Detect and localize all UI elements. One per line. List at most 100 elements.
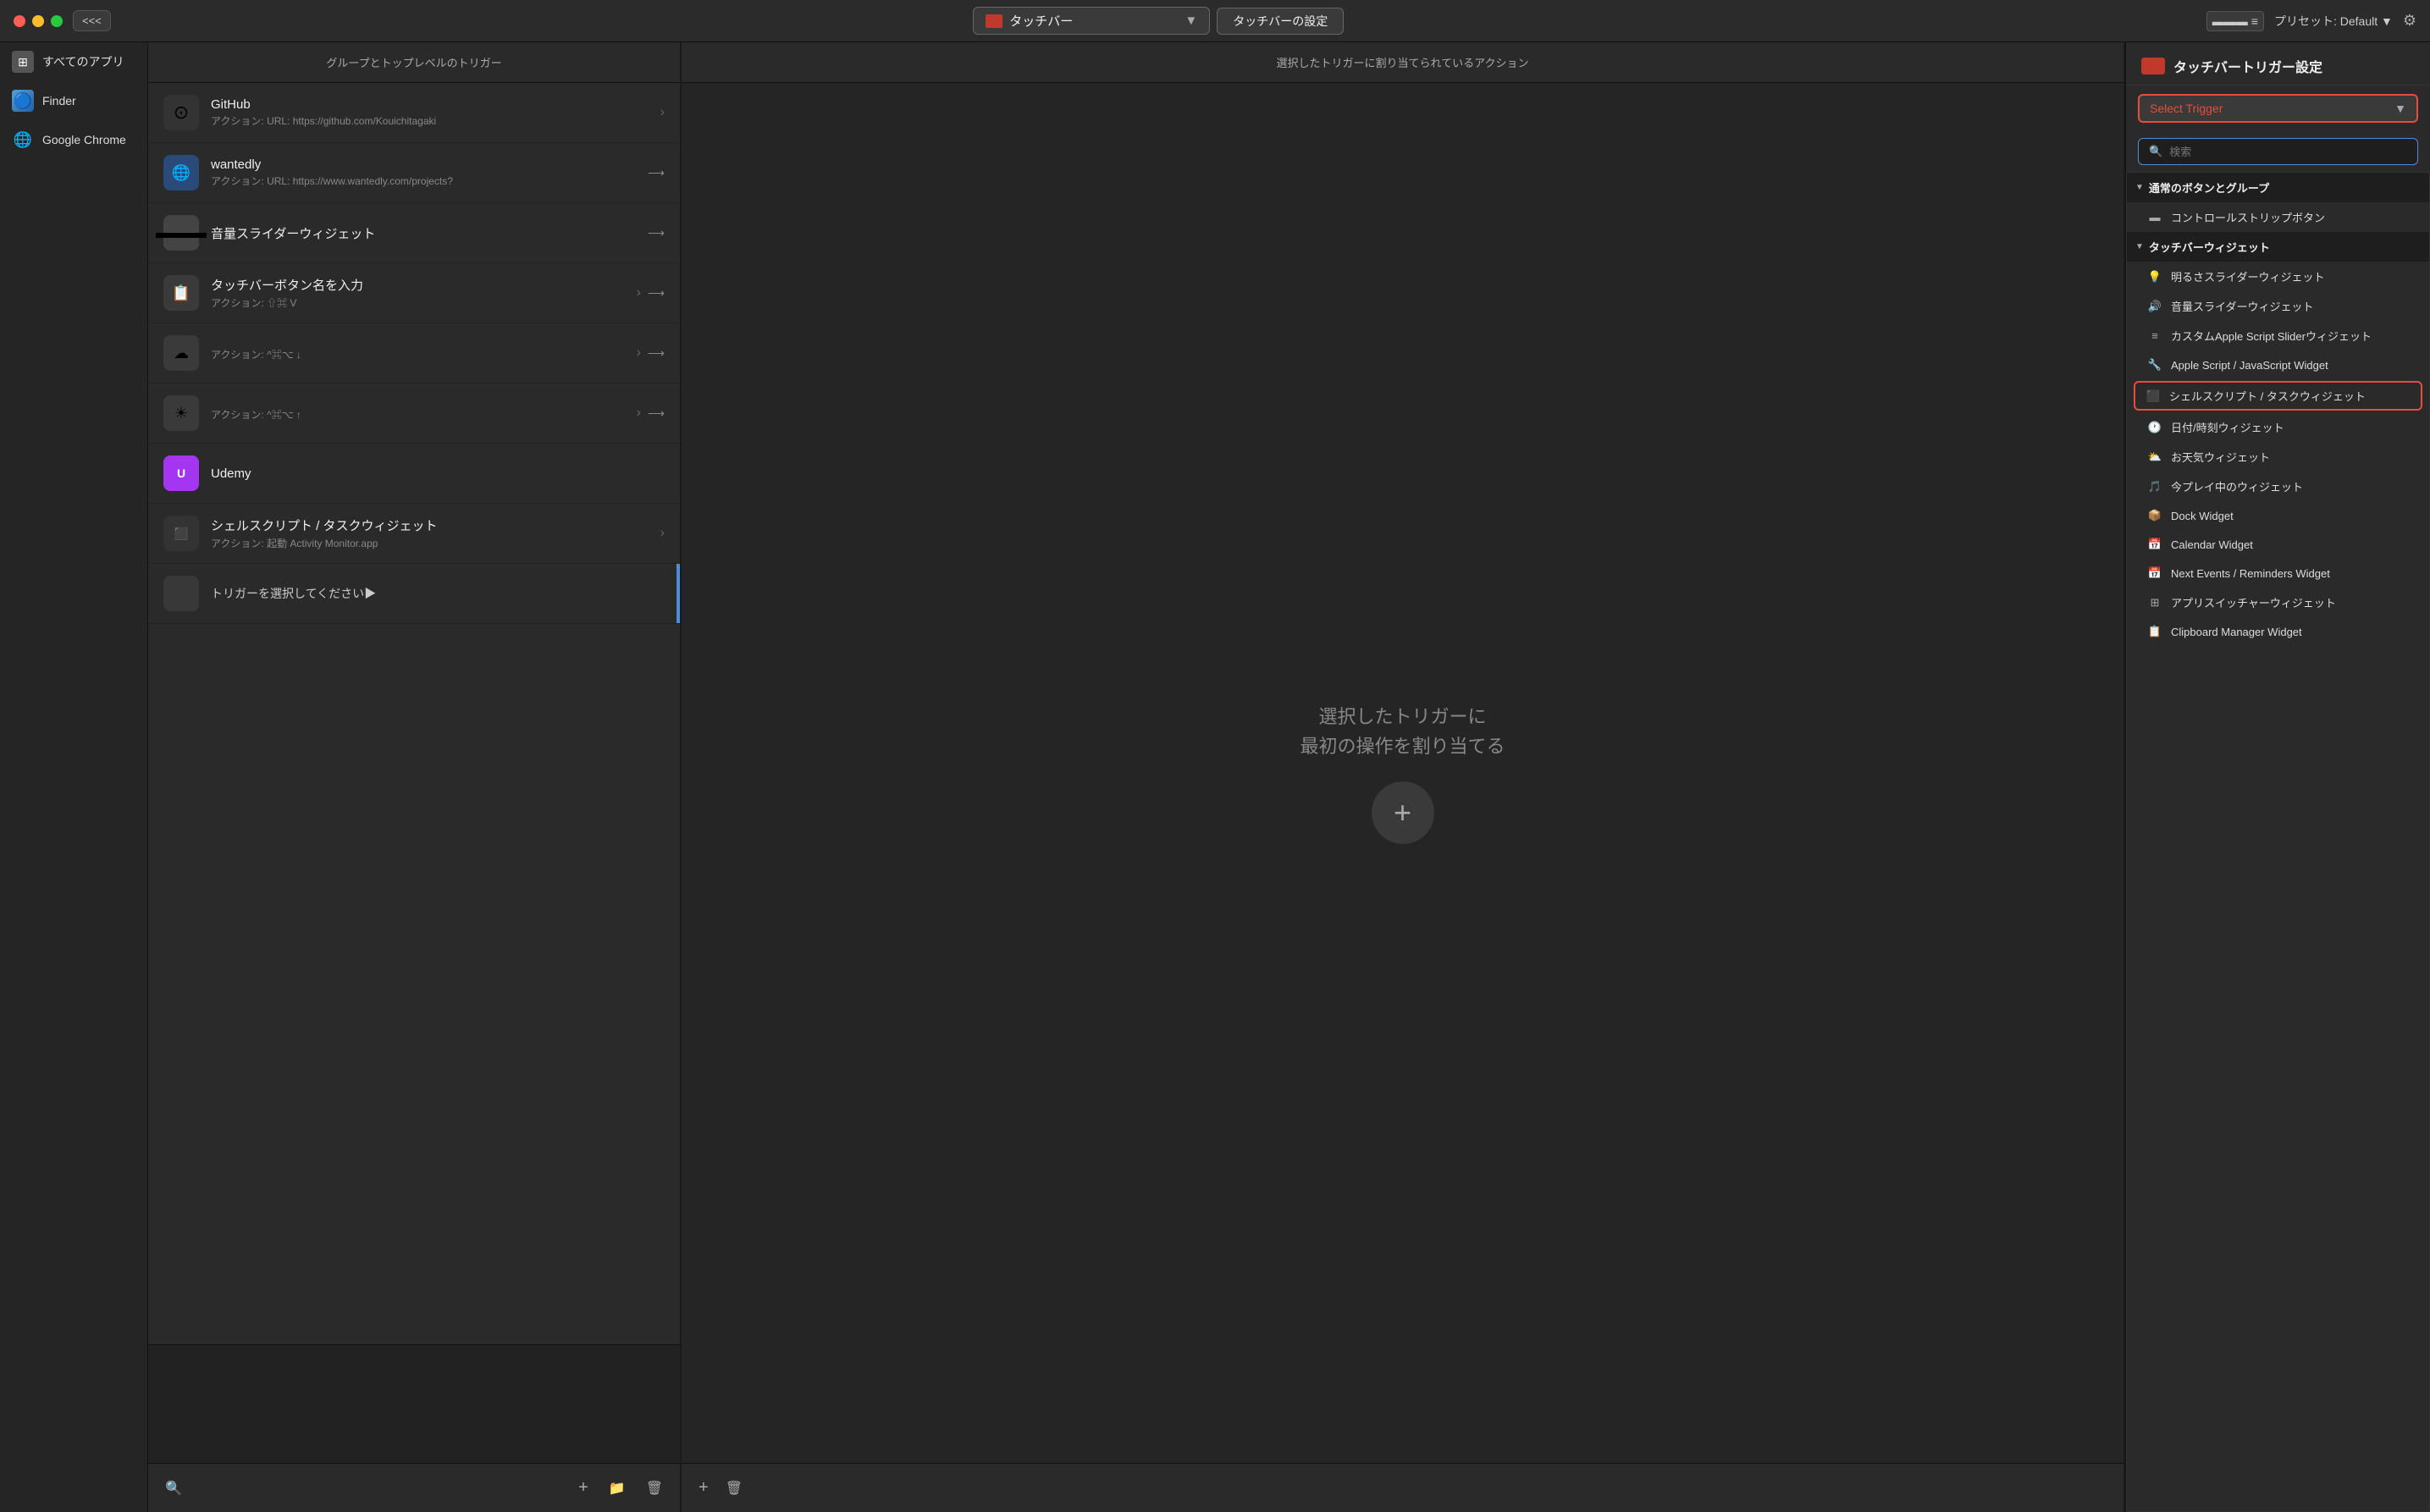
volume-icon: ▬▬▬ xyxy=(163,215,199,251)
preset-label[interactable]: プリセット: Default ▼ xyxy=(2274,13,2393,30)
trigger-item-tb-button[interactable]: 📋 タッチバーボタン名を入力 アクション: ⇧⌘ V › ⟶ xyxy=(148,263,680,323)
trigger-item-wantedly[interactable]: 🌐 wantedly アクション: URL: https://www.wante… xyxy=(148,143,680,203)
title-bar-right: ▬▬▬ ≡ プリセット: Default ▼ ⚙ xyxy=(2206,11,2416,31)
content-area: グループとトップレベルのトリガー ⊙ GitHub アクション: URL: ht… xyxy=(148,42,2430,1512)
dropdown-item-datetime[interactable]: 🕐 日付/時刻ウィジェット xyxy=(2127,412,2429,442)
trigger-action-shell: アクション: 起動 Activity Monitor.app xyxy=(211,536,654,550)
delete-action-icon[interactable]: 🗑 xyxy=(726,1480,743,1497)
add-trigger-icon[interactable]: + xyxy=(578,1478,588,1498)
settings-title: タッチバートリガー設定 xyxy=(2173,56,2322,76)
udemy-icon: U xyxy=(163,455,199,491)
trigger-panel: グループとトップレベルのトリガー ⊙ GitHub アクション: URL: ht… xyxy=(148,42,682,1512)
pin-icon-vol: ⟶ xyxy=(648,226,665,240)
delete-trigger-icon[interactable]: 🗑 xyxy=(646,1480,663,1497)
trigger-name-udemy: Udemy xyxy=(211,466,665,481)
dropdown-item-weather[interactable]: ⛅ お天気ウィジェット xyxy=(2127,442,2429,472)
maximize-button[interactable] xyxy=(51,15,63,27)
trigger-item-udemy[interactable]: U Udemy xyxy=(148,444,680,504)
applescript-icon: 🔧 xyxy=(2147,357,2162,372)
sidebar-item-chrome[interactable]: 🌐 Google Chrome xyxy=(0,120,147,159)
trigger-item-volume[interactable]: ▬▬▬ 音量スライダーウィジェット ⟶ xyxy=(148,203,680,263)
dropdown-chevron-icon: ▼ xyxy=(2394,102,2406,115)
dropdown-item-nowplaying[interactable]: 🎵 今プレイ中のウィジェット xyxy=(2127,472,2429,501)
trigger-item-sun-up[interactable]: ☀ アクション: ^⌘⌥ ↑ › ⟶ xyxy=(148,384,680,444)
menu-icon: ≡ xyxy=(2251,14,2258,28)
app-name: タッチバー xyxy=(1009,12,1073,30)
category-triangle2: ▼ xyxy=(2135,242,2144,251)
category-triangle: ▼ xyxy=(2135,183,2144,192)
selection-indicator xyxy=(677,564,680,623)
next-events-icon: 📅 xyxy=(2147,566,2162,581)
dropdown-item-app-switcher[interactable]: ⊞ アプリスイッチャーウィジェット xyxy=(2127,588,2429,617)
settings-icon xyxy=(2141,58,2165,74)
search-input[interactable] xyxy=(2169,146,2407,158)
dock-icon: 📦 xyxy=(2147,508,2162,523)
trigger-info-tbbutton: タッチバーボタン名を入力 アクション: ⇧⌘ V xyxy=(211,276,630,310)
volume-widget-icon: 🔊 xyxy=(2147,299,2162,314)
category-normal-buttons[interactable]: ▼ 通常のボタンとグループ xyxy=(2127,173,2429,202)
finder-label: Finder xyxy=(42,94,76,108)
trigger-name-shell: シェルスクリプト / タスクウィジェット xyxy=(211,516,654,534)
trigger-action-clouddown: アクション: ^⌘⌥ ↓ xyxy=(211,347,630,361)
panel-bottom-area xyxy=(148,1344,680,1463)
select-trigger-label: Select Trigger xyxy=(2150,102,2223,115)
app-selector[interactable]: タッチバー ▼ xyxy=(973,7,1210,35)
dropdown-item-custom-script-slider[interactable]: ≡ カスタムApple Script Sliderウィジェット xyxy=(2127,321,2429,350)
clipboard-mgr-icon: 📋 xyxy=(2147,624,2162,639)
trigger-list: ⊙ GitHub アクション: URL: https://github.com/… xyxy=(148,83,680,1344)
calendar-icon: 📅 xyxy=(2147,537,2162,552)
github-icon: ⊙ xyxy=(163,95,199,130)
gear-icon[interactable]: ⚙ xyxy=(2403,12,2416,30)
tb-icon-group: ▬▬▬ ≡ xyxy=(2206,11,2264,31)
trigger-panel-header: グループとトップレベルのトリガー xyxy=(148,42,680,83)
search-box: 🔍 xyxy=(2138,138,2418,165)
trigger-item-shell[interactable]: ⬛ シェルスクリプト / タスクウィジェット アクション: 起動 Activit… xyxy=(148,504,680,564)
trigger-action: アクション: URL: https://github.com/Kouichita… xyxy=(211,113,654,128)
action-empty-area: 選択したトリガーに 最初の操作を割り当てる + xyxy=(682,83,2123,1463)
tb-settings-button[interactable]: タッチバーの設定 xyxy=(1217,8,1344,35)
pin-icon-su: ⟶ xyxy=(648,406,665,421)
window-controls xyxy=(14,15,63,27)
close-button[interactable] xyxy=(14,15,25,27)
dropdown-item-brightness[interactable]: 💡 明るさスライダーウィジェット xyxy=(2127,262,2429,291)
trigger-info-udemy: Udemy xyxy=(211,466,665,481)
chrome-label: Google Chrome xyxy=(42,133,126,146)
dropdown-item-shell-widget[interactable]: ⬛ シェルスクリプト / タスクウィジェット xyxy=(2134,381,2422,411)
search-icon[interactable]: 🔍 xyxy=(165,1480,182,1497)
action-empty-text: 選択したトリガーに 最初の操作を割り当てる xyxy=(1300,702,1505,761)
sidebar-item-all-apps[interactable]: ⊞ すべてのアプリ xyxy=(0,42,147,81)
title-bar-center: タッチバー ▼ タッチバーの設定 xyxy=(121,7,2196,35)
select-trigger-dropdown[interactable]: Select Trigger ▼ xyxy=(2138,94,2418,123)
dropdown-item-clipboard[interactable]: 📋 Clipboard Manager Widget xyxy=(2127,617,2429,646)
folder-icon[interactable]: 📁 xyxy=(609,1480,626,1497)
dropdown-item-dock[interactable]: 📦 Dock Widget xyxy=(2127,501,2429,530)
sidebar: ⊞ すべてのアプリ 🔵 Finder 🌐 Google Chrome xyxy=(0,42,148,1512)
trigger-item-cloud-down[interactable]: ☁ アクション: ^⌘⌥ ↓ › ⟶ xyxy=(148,323,680,384)
trigger-action-tbbutton: アクション: ⇧⌘ V xyxy=(211,295,630,310)
minimize-button[interactable] xyxy=(32,15,44,27)
trigger-item-select[interactable]: トリガーを選択してください▶ xyxy=(148,564,680,624)
sidebar-item-finder[interactable]: 🔵 Finder xyxy=(0,81,147,120)
battery-icon: ▬▬▬ xyxy=(2212,14,2248,28)
trigger-action-sunup: アクション: ^⌘⌥ ↑ xyxy=(211,407,630,422)
category-touchbar-widgets[interactable]: ▼ タッチバーウィジェット xyxy=(2127,232,2429,262)
nav-back[interactable]: <<< xyxy=(73,10,111,31)
action-panel-footer: + 🗑 xyxy=(682,1463,2123,1512)
terminal-icon: ⬛ xyxy=(163,516,199,551)
dropdown-item-volume-widget[interactable]: 🔊 音量スライダーウィジェット xyxy=(2127,291,2429,321)
app-icon xyxy=(986,14,1002,28)
add-action-button[interactable]: + xyxy=(1372,781,1434,844)
footer-icons-left: 🔍 xyxy=(165,1480,182,1497)
dropdown-item-next-events[interactable]: 📅 Next Events / Reminders Widget xyxy=(2127,559,2429,588)
add-action-icon[interactable]: + xyxy=(699,1478,709,1498)
datetime-icon: 🕐 xyxy=(2147,420,2162,435)
search-container: 🔍 xyxy=(2126,131,2430,172)
nav-label: <<< xyxy=(82,14,102,27)
trigger-item-github[interactable]: ⊙ GitHub アクション: URL: https://github.com/… xyxy=(148,83,680,143)
trigger-name-wantedly: wantedly xyxy=(211,157,641,172)
trigger-name: GitHub xyxy=(211,97,654,112)
action-panel-header: 選択したトリガーに割り当てられているアクション xyxy=(682,42,2123,83)
dropdown-item-control-strip[interactable]: ▬ コントロールストリップボタン xyxy=(2127,202,2429,232)
dropdown-item-calendar[interactable]: 📅 Calendar Widget xyxy=(2127,530,2429,559)
dropdown-item-applescript-widget[interactable]: 🔧 Apple Script / JavaScript Widget xyxy=(2127,350,2429,379)
